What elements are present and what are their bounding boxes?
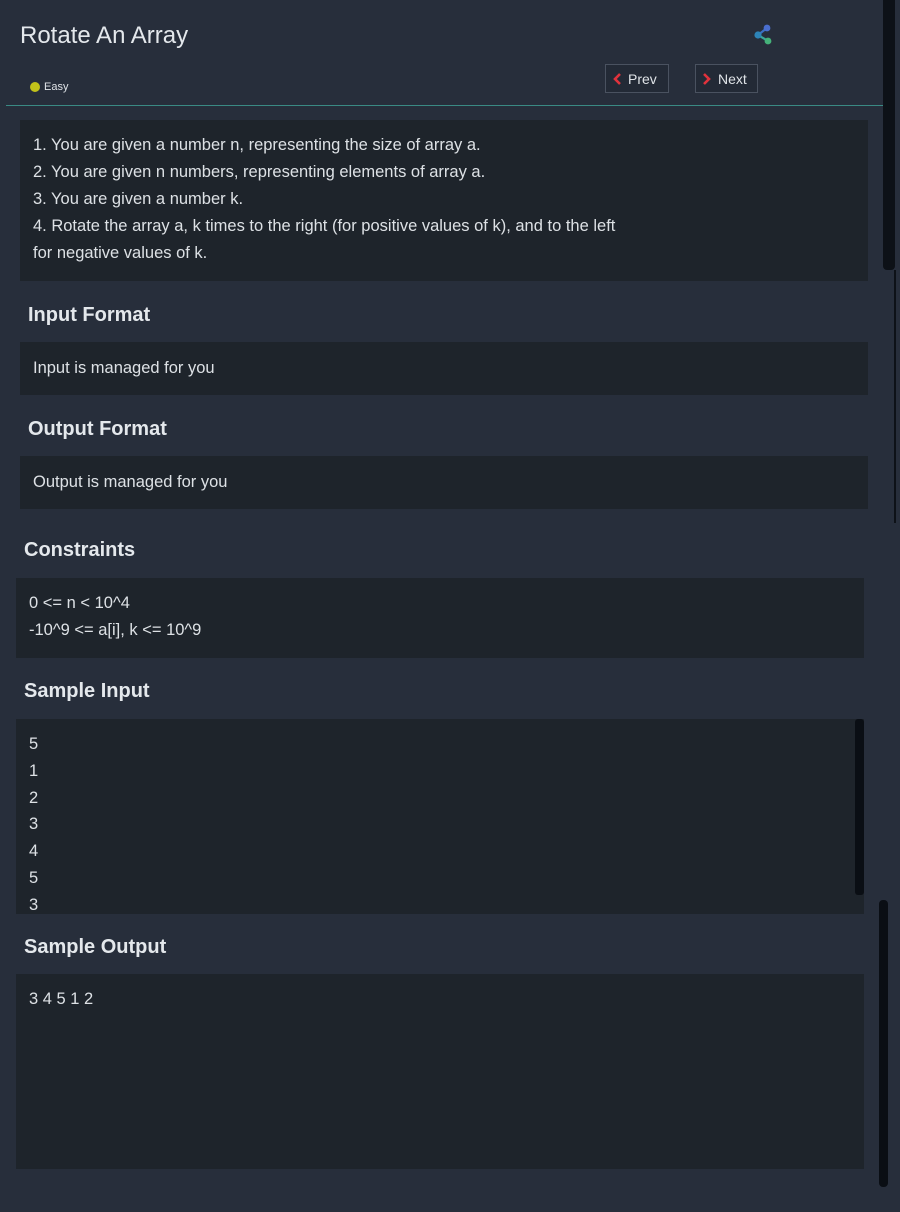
sample-input-line: 1 — [29, 761, 39, 780]
panel-scrollbar-thumb[interactable] — [879, 900, 888, 1187]
input-format-box: Input is managed for you — [20, 342, 868, 395]
difficulty-dot-icon — [30, 82, 40, 92]
next-button[interactable]: Next — [695, 64, 758, 93]
problem-title: Rotate An Array — [20, 22, 189, 49]
constraint-line: 0 <= n < 10^4 — [29, 594, 130, 612]
share-icon[interactable] — [752, 24, 774, 46]
problem-description: 1. You are given a number n, representin… — [20, 120, 868, 281]
difficulty-label: Easy — [44, 81, 69, 93]
input-format-heading: Input Format — [28, 304, 151, 326]
sample-input-scrollbar[interactable] — [855, 719, 864, 895]
output-format-text: Output is managed for you — [33, 473, 228, 491]
chevron-right-icon — [703, 72, 711, 85]
prev-button-label: Prev — [628, 70, 657, 87]
output-format-box: Output is managed for you — [20, 456, 868, 509]
sample-input-line: 4 — [29, 842, 39, 861]
sample-output-heading: Sample Output — [24, 936, 167, 958]
sample-output-text: 3 4 5 1 2 — [29, 990, 94, 1008]
next-button-label: Next — [718, 70, 747, 87]
header-divider — [6, 105, 883, 106]
description-line: 1. You are given a number n, representin… — [33, 136, 481, 154]
page-scrollbar-track — [894, 270, 896, 523]
sample-input-line: 2 — [29, 788, 39, 807]
sample-input-line: 5 — [29, 735, 39, 753]
difficulty-badge: Easy — [30, 81, 68, 93]
description-line: 4. Rotate the array a, k times to the ri… — [33, 217, 616, 262]
prev-button[interactable]: Prev — [605, 64, 669, 93]
sample-input-box[interactable]: 5 1 2 3 4 5 3 — [16, 719, 864, 914]
input-format-text: Input is managed for you — [33, 359, 215, 377]
description-line: 3. You are given a number k. — [33, 190, 244, 208]
output-format-heading: Output Format — [28, 418, 167, 440]
sample-output-box: 3 4 5 1 2 — [16, 974, 864, 1169]
sample-input-heading: Sample Input — [24, 680, 150, 702]
constraints-box: 0 <= n < 10^4 -10^9 <= a[i], k <= 10^9 — [16, 578, 864, 658]
sample-input-line: 5 — [29, 868, 39, 887]
constraint-line: -10^9 <= a[i], k <= 10^9 — [29, 621, 202, 639]
sample-input-line: 3 — [29, 815, 39, 834]
description-line: 2. You are given n numbers, representing… — [33, 163, 486, 181]
constraints-heading: Constraints — [24, 539, 136, 561]
chevron-left-icon — [613, 72, 621, 85]
page-scrollbar-thumb[interactable] — [883, 0, 895, 270]
sample-input-line: 3 — [29, 895, 39, 914]
